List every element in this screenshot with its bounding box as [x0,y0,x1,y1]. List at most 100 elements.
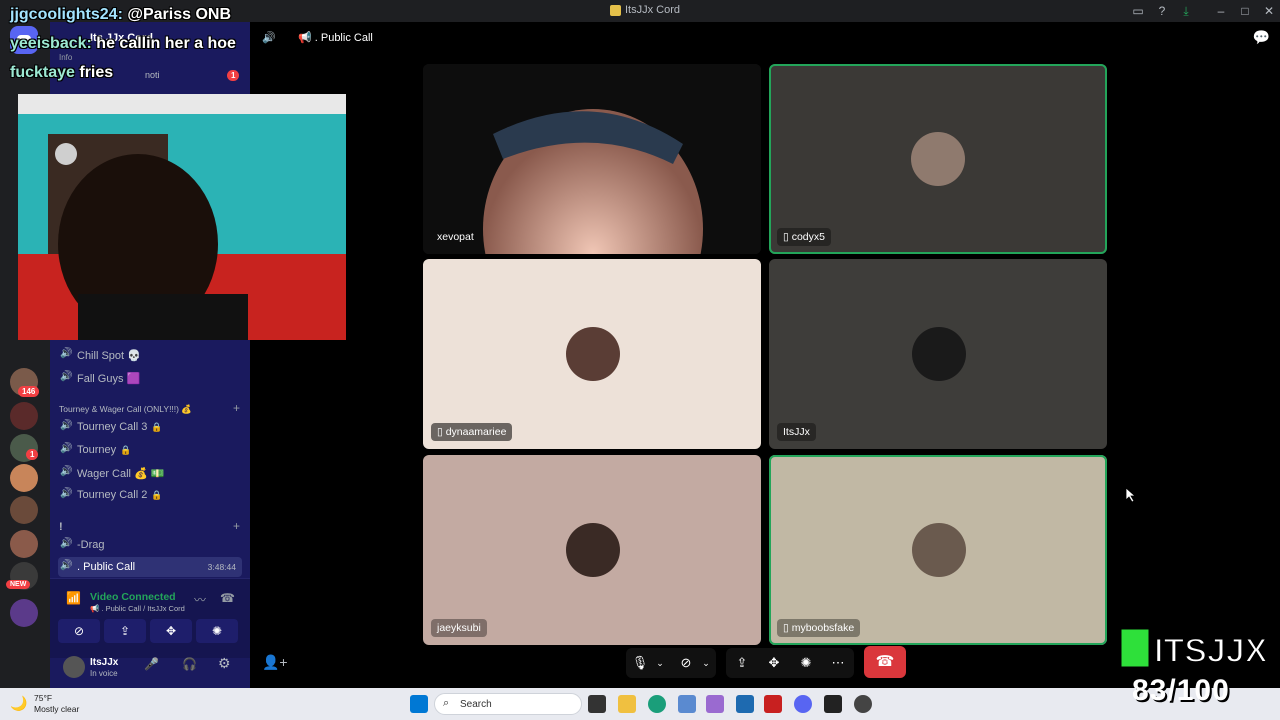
speaker-icon: 🔊 [60,371,73,382]
server-badge: 1 [26,449,39,460]
streamer-webcam [18,94,346,340]
more-icon[interactable]: ⋯ [828,653,848,673]
category-tourney[interactable]: Tourney & Wager Call (ONLY!!!) 💰 [59,404,192,415]
screen-share-icon[interactable]: ⇪ [732,653,752,673]
logo-graphic: ITSJJX [1118,626,1269,671]
participant-name: ItsJJx [777,423,816,441]
avatar [911,132,965,186]
file-explorer-icon[interactable] [618,695,636,713]
participant-name: dynaamariee [445,426,507,438]
gear-icon[interactable]: ⚙ [218,655,231,672]
screen-share-button[interactable]: ⇪ [104,619,146,643]
invite-user-icon[interactable]: 👤+ [262,654,288,671]
video-tile[interactable]: ▯ codyx5 [769,64,1107,254]
download-icon[interactable]: ⤓ [1178,3,1194,19]
participant-nametag: ▯ dynaamariee [431,423,513,441]
chevron-down-icon[interactable]: ⌄ [696,653,716,673]
discord-taskbar-icon[interactable] [794,695,812,713]
video-tile[interactable]: xevopat [423,64,761,254]
app-icon[interactable] [678,695,696,713]
participant-video [423,64,761,254]
video-tile[interactable]: ▯ myboobsfake [769,455,1107,645]
add-channel-icon[interactable]: + [233,401,240,415]
activity-controls: ⇪ ✥ ✺ ⋯ [726,648,854,678]
server-icon[interactable] [10,402,38,430]
maximize-button[interactable]: □ [1237,3,1253,19]
server-icon[interactable] [10,530,38,558]
app-icon [610,5,621,16]
channel-public-call[interactable]: 🔊 . Public Call 3:48:44 [58,557,242,577]
channel-drag[interactable]: 🔊 -Drag [58,535,242,555]
noti-channel[interactable]: noti [145,70,160,80]
speaker-icon: 🔊 [262,32,276,44]
weather-temp: 75°F [34,693,53,703]
channel-label: -Drag [77,539,105,551]
avatar[interactable] [63,656,85,678]
headphones-icon[interactable]: 🎧 [182,657,197,671]
lock-icon: 🔒 [151,422,163,432]
participant-nametag: ▯ codyx5 [777,228,831,246]
edge-icon[interactable] [648,695,666,713]
channel-tourney-call-2[interactable]: 🔊 Tourney Call 2 🔒 [58,485,242,505]
add-channel-icon[interactable]: + [233,519,240,533]
microphone-icon[interactable]: 🎤 [144,657,159,671]
speaker-icon: 🔊 [60,443,73,454]
taskbar: 🌙 75°F Mostly clear ⌕ Search [0,688,1280,720]
soundboard-icon[interactable]: ✺ [796,653,816,673]
chat-text: @Pariss ONB [127,6,231,23]
user-name[interactable]: ItsJJx [90,657,118,668]
microphone-button[interactable]: 🎙 [630,653,650,673]
video-tile[interactable]: ItsJJx [769,259,1107,449]
server-icon[interactable] [10,464,38,492]
voice-status[interactable]: Video Connected [90,591,176,603]
store-icon[interactable] [736,695,754,713]
speaker-icon: 🔊 [60,466,73,477]
task-view-icon[interactable] [588,695,606,713]
inbox-icon[interactable]: ▭ [1130,3,1146,19]
speaker-icon: 🔊 [60,488,73,499]
speaker-icon: 🔊 [60,538,73,549]
camera-off-button[interactable]: ⊘ [676,653,696,673]
hang-up-button[interactable]: ☎ [864,646,906,678]
channel-tourney[interactable]: 🔊 Tourney 🔒 [58,440,242,460]
channel-fall-guys[interactable]: 🔊 Fall Guys 🟪 [58,368,242,388]
search-icon: ⌕ [443,697,450,709]
channel-label: . Public Call [77,561,136,573]
user-panel: ItsJJx In voice 🎤 🎧 ⚙ [50,655,250,688]
camera-off-button[interactable]: ⊘ [58,619,100,643]
channel-tourney-call-3[interactable]: 🔊 Tourney Call 3 🔒 [58,417,242,437]
channel-wager-call[interactable]: 🔊 Wager Call 💰 💵 [58,463,242,483]
close-button[interactable]: ✕ [1261,3,1277,19]
disconnect-icon[interactable]: ☎ [220,591,235,605]
weather-desc: Mostly clear [34,704,80,714]
app-icon[interactable] [854,695,872,713]
channel-chill-spot[interactable]: 🔊 Chill Spot 💀 [58,345,242,365]
category-bang[interactable]: ! [59,521,63,533]
activities-icon[interactable]: ✥ [764,653,784,673]
app-icon[interactable] [706,695,724,713]
start-icon[interactable] [410,695,428,713]
server-badge: 146 [18,386,40,397]
server-icon[interactable] [10,496,38,524]
help-icon[interactable]: ? [1154,3,1170,19]
server-icon[interactable] [10,599,38,627]
signal-icon[interactable]: 📶 [66,591,81,605]
call-timer: 3:48:44 [207,562,236,572]
participant-name: myboobsfake [791,622,855,634]
chat-username: yeeisback: [10,35,92,52]
video-tile[interactable]: jaeyksubi [423,455,761,645]
chat-icon[interactable]: 💬 [1253,29,1270,46]
search-box[interactable]: ⌕ Search [434,693,582,715]
noise-suppression-icon[interactable]: 〰 [194,591,206,608]
voice-channel-path[interactable]: 📢 . Public Call / ItsJJx Cord [90,604,185,613]
epic-games-icon[interactable] [824,695,842,713]
soundboard-button[interactable]: ✺ [196,619,238,643]
minimize-button[interactable]: – [1213,3,1229,19]
new-badge: NEW [6,580,31,589]
avatar [566,523,620,577]
app-icon[interactable] [764,695,782,713]
info-category[interactable]: Info [59,53,72,62]
activities-button[interactable]: ✥ [150,619,192,643]
video-tile[interactable]: ▯ dynaamariee [423,259,761,449]
chevron-down-icon[interactable]: ⌄ [650,653,670,673]
